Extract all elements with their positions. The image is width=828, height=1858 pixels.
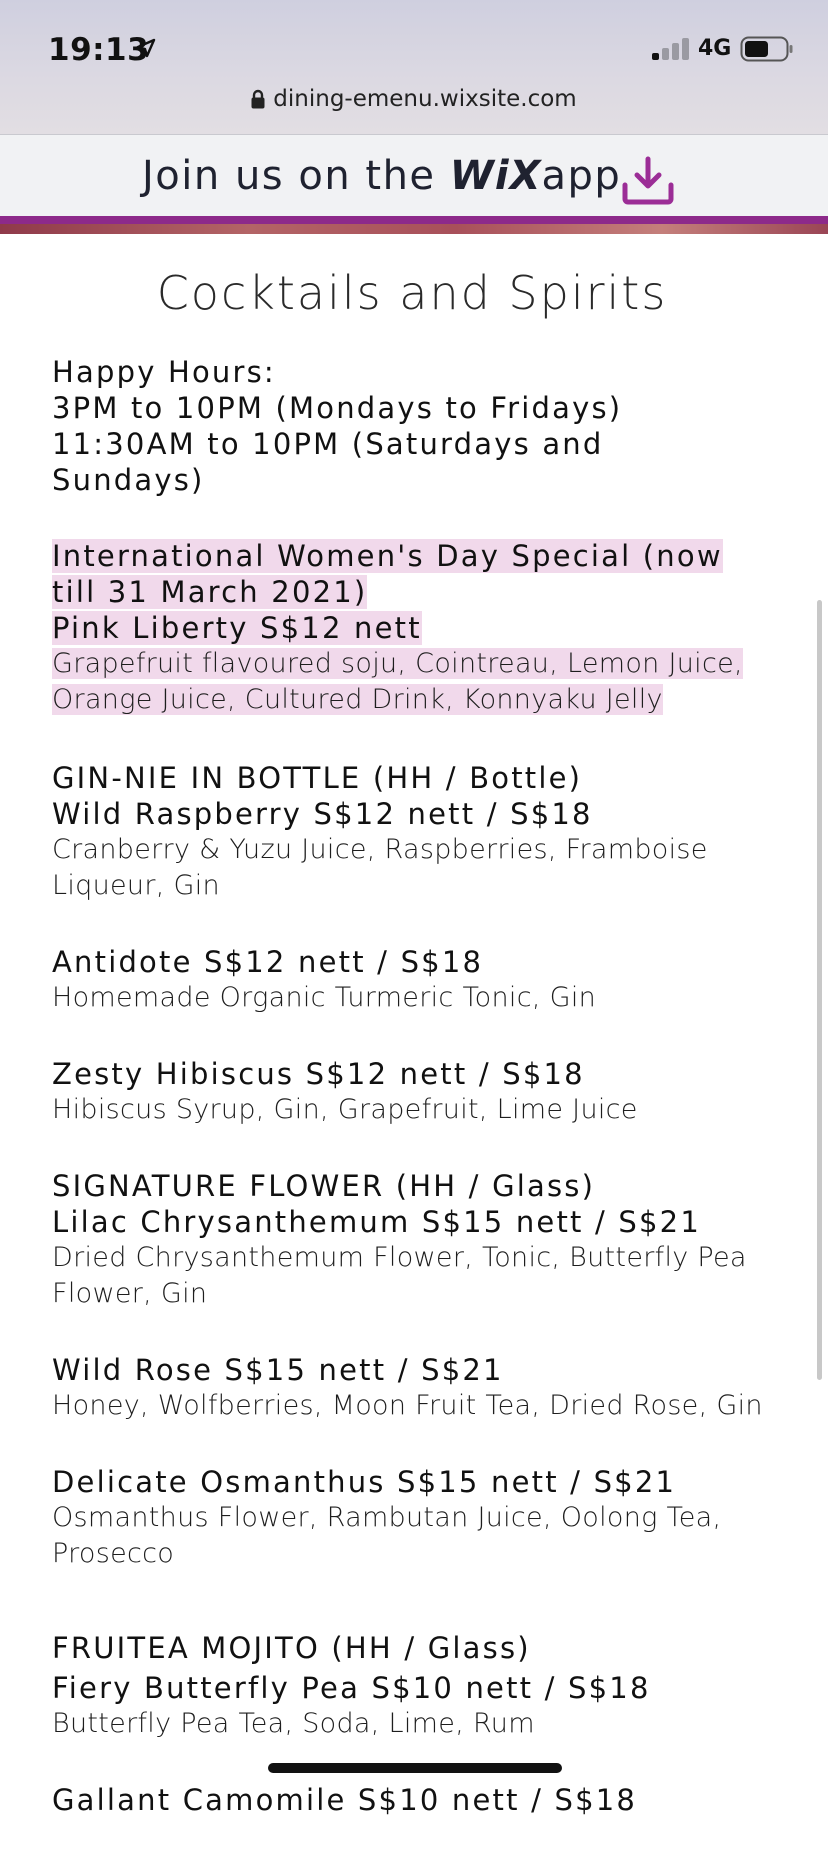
home-indicator[interactable] xyxy=(268,1763,562,1773)
item-name: Delicate Osmanthus S$15 nett / S$21 xyxy=(52,1465,677,1499)
browser-top-bar: 19:13 4G dining-emenu.wixsite.com xyxy=(0,0,828,134)
happy-hours-heading: Happy Hours: xyxy=(52,355,276,389)
menu-item: GIN-NIE IN BOTTLE (HH / Bottle) Wild Ras… xyxy=(52,760,792,904)
menu-item: FRUITEA MOJITO (HH / Glass) Fiery Butter… xyxy=(52,1630,792,1742)
item-desc: Dried Chrysanthemum Flower, Tonic, Butte… xyxy=(52,1242,747,1273)
item-name: Antidote S$12 nett / S$18 xyxy=(52,945,484,979)
happy-hours-weekend-1: 11:30AM to 10PM (Saturdays and xyxy=(52,427,604,461)
item-name: Wild Rose S$15 nett / S$21 xyxy=(52,1353,504,1387)
item-desc: Homemade Organic Turmeric Tonic, Gin xyxy=(52,982,597,1013)
network-type: 4G xyxy=(698,36,732,61)
hero-image-strip xyxy=(0,224,828,234)
wix-app-banner[interactable]: Join us on the WiXapp xyxy=(0,134,828,224)
menu-content: Cocktails and Spirits Happy Hours: 3PM t… xyxy=(52,234,792,1858)
special-item-desc: Grapefruit flavoured soju, Cointreau, Le… xyxy=(52,648,743,679)
item-name: Gallant Camomile S$10 nett / S$18 xyxy=(52,1783,638,1817)
item-name: Fiery Butterfly Pea S$10 nett / S$18 xyxy=(52,1671,651,1705)
special-item-name: Pink Liberty S$12 nett xyxy=(52,611,422,645)
menu-item: Wild Rose S$15 nett / S$21 Honey, Wolfbe… xyxy=(52,1352,792,1424)
battery-icon xyxy=(740,36,794,66)
menu-item: Antidote S$12 nett / S$18 Homemade Organ… xyxy=(52,944,792,1016)
section-heading: GIN-NIE IN BOTTLE (HH / Bottle) xyxy=(52,761,583,795)
special-date: till 31 March 2021) xyxy=(52,575,368,609)
happy-hours: Happy Hours: 3PM to 10PM (Mondays to Fri… xyxy=(52,354,792,498)
menu-item: Delicate Osmanthus S$15 nett / S$21 Osma… xyxy=(52,1464,792,1572)
item-desc: Osmanthus Flower, Rambutan Juice, Oolong… xyxy=(52,1502,722,1533)
status-time: 19:13 xyxy=(48,32,150,68)
banner-text-after: app xyxy=(541,153,622,199)
menu-item: SIGNATURE FLOWER (HH / Glass) Lilac Chry… xyxy=(52,1168,792,1312)
menu-item: Gallant Camomile S$10 nett / S$18 xyxy=(52,1782,792,1818)
happy-hours-weekend-2: Sundays) xyxy=(52,463,205,497)
special-block: International Women's Day Special (now t… xyxy=(52,538,792,718)
page-title: Cocktails and Spirits xyxy=(156,266,668,320)
item-desc: Prosecco xyxy=(52,1538,175,1569)
lock-icon xyxy=(251,89,265,115)
signal-bars-icon xyxy=(652,38,692,60)
item-desc: Cranberry & Yuzu Juice, Raspberries, Fra… xyxy=(52,834,708,865)
address-bar[interactable]: dining-emenu.wixsite.com xyxy=(0,86,828,115)
section-heading: SIGNATURE FLOWER (HH / Glass) xyxy=(52,1169,596,1203)
special-item-desc: Orange Juice, Cultured Drink, Konnyaku J… xyxy=(52,684,663,715)
url-text: dining-emenu.wixsite.com xyxy=(273,86,577,112)
section-heading: FRUITEA MOJITO (HH / Glass) xyxy=(52,1631,531,1665)
happy-hours-weekday: 3PM to 10PM (Mondays to Fridays) xyxy=(52,391,623,425)
location-arrow-icon xyxy=(136,38,156,62)
banner-text-before: Join us on the xyxy=(142,153,436,199)
item-name: Wild Raspberry S$12 nett / S$18 xyxy=(52,797,593,831)
wix-logo: WiX xyxy=(449,153,542,199)
item-desc: Honey, Wolfberries, Moon Fruit Tea, Drie… xyxy=(52,1390,763,1421)
item-desc: Hibiscus Syrup, Gin, Grapefruit, Lime Ju… xyxy=(52,1094,638,1125)
item-name: Zesty Hibiscus S$12 nett / S$18 xyxy=(52,1057,585,1091)
download-icon[interactable] xyxy=(620,155,676,211)
menu-item: Zesty Hibiscus S$12 nett / S$18 Hibiscus… xyxy=(52,1056,792,1128)
item-desc: Butterfly Pea Tea, Soda, Lime, Rum xyxy=(52,1708,535,1739)
item-desc: Flower, Gin xyxy=(52,1278,208,1309)
special-heading: International Women's Day Special (now xyxy=(52,539,723,573)
page-scrollbar[interactable] xyxy=(817,600,822,1380)
banner-text: Join us on the WiXapp xyxy=(142,153,621,199)
item-desc: Liqueur, Gin xyxy=(52,870,220,901)
item-name: Lilac Chrysanthemum S$15 nett / S$21 xyxy=(52,1205,701,1239)
